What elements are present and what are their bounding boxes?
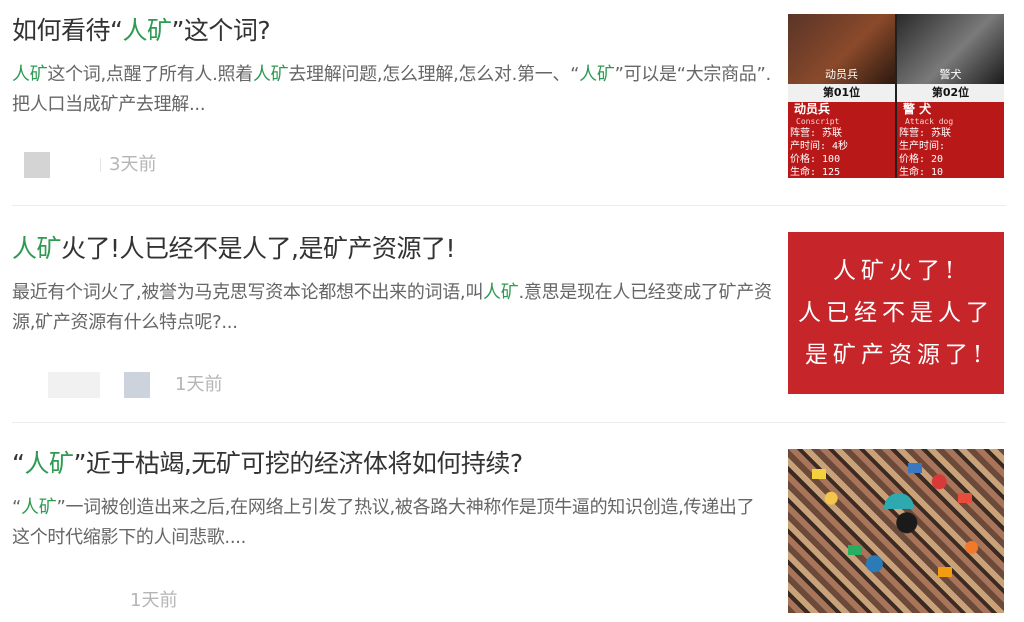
title-text: “ bbox=[12, 449, 25, 478]
article-card[interactable]: 人矿火了!人已经不是人了,是矿产资源了! 最近有个词火了,被誉为马克思写资本论都… bbox=[0, 206, 1024, 422]
flag-shape bbox=[908, 463, 922, 473]
keyword-highlight: 人矿 bbox=[21, 497, 57, 518]
unit-stat: 产时间: 4秒 bbox=[790, 141, 849, 152]
summary-text: ”一词被创造出来之后,在网络上引发了热议,被各路大神称作是顶牛逼的知识创造,传递… bbox=[12, 497, 755, 548]
keyword-highlight: 人矿 bbox=[12, 234, 62, 263]
title-text: 如何看待“ bbox=[12, 16, 123, 45]
unit-stat: 阵营: 苏联 bbox=[790, 128, 843, 139]
unit-card: 动员兵 第01位 动员兵 Conscript 阵营: 苏联 产时间: 4秒 价格… bbox=[788, 14, 895, 178]
publish-time: 1天前 bbox=[175, 374, 223, 395]
card-line: 人矿火了! bbox=[832, 258, 960, 284]
unit-rank: 第01位 bbox=[788, 84, 895, 102]
article-summary: “人矿”一词被创造出来之后,在网络上引发了热议,被各路大神称作是顶牛逼的知识创造… bbox=[12, 493, 772, 553]
author-avatar[interactable] bbox=[24, 152, 50, 178]
keyword-highlight: 人矿 bbox=[252, 64, 289, 85]
unit-stat: 生产时间: bbox=[899, 141, 946, 152]
flag-shape bbox=[958, 493, 972, 503]
unit-portrait: 动员兵 bbox=[788, 14, 895, 84]
keyword-highlight: 人矿 bbox=[24, 449, 74, 478]
flag-shape bbox=[938, 567, 952, 577]
title-text: ”近于枯竭,无矿可挖的经济体将如何持续? bbox=[73, 449, 523, 478]
keyword-highlight: 人矿 bbox=[122, 16, 172, 45]
unit-stat: 生命: 10 bbox=[899, 167, 944, 178]
keyword-highlight: 人矿 bbox=[12, 64, 48, 85]
article-card[interactable]: “人矿”近于枯竭,无矿可挖的经济体将如何持续? “人矿”一词被创造出来之后,在网… bbox=[0, 423, 1024, 622]
unit-portrait: 警犬 bbox=[897, 14, 1004, 84]
unit-english-name: Conscript bbox=[796, 117, 840, 126]
article-meta: 1天前 bbox=[48, 372, 348, 398]
portrait-label: 动员兵 bbox=[825, 68, 858, 81]
article-summary: 最近有个词火了,被誉为马克思写资本论都想不出来的词语,叫人矿.意思是现在人已经变… bbox=[12, 278, 772, 338]
unit-stat: 价格: 20 bbox=[899, 154, 944, 165]
summary-text: 这个词,点醒了所有人.照着 bbox=[47, 64, 253, 85]
flag-shape bbox=[848, 545, 862, 555]
article-thumbnail[interactable]: 人矿火了! 人已经不是人了 是矿产资源了! bbox=[788, 232, 1004, 394]
publish-time: 1天前 bbox=[130, 590, 178, 611]
unit-name: 动员兵 bbox=[794, 102, 831, 116]
summary-text: 最近有个词火了,被誉为马克思写资本论都想不出来的词语,叫 bbox=[12, 282, 484, 303]
article-card[interactable]: 如何看待“人矿”这个词? 人矿这个词,点醒了所有人.照着人矿去理解问题,怎么理解… bbox=[0, 0, 1024, 205]
unit-card: 警犬 第02位 警 犬 Attack dog 阵营: 苏联 生产时间: 价格: … bbox=[897, 14, 1004, 178]
keyword-highlight: 人矿 bbox=[483, 282, 519, 303]
portrait-label: 警犬 bbox=[939, 68, 962, 81]
unit-stat: 价格: 100 bbox=[790, 154, 841, 165]
title-text: 火了!人已经不是人了,是矿产资源了! bbox=[61, 234, 456, 263]
article-summary: 人矿这个词,点醒了所有人.照着人矿去理解问题,怎么理解,怎么对.第一、“人矿”可… bbox=[12, 60, 772, 120]
author-avatar[interactable] bbox=[48, 372, 100, 398]
card-line: 人已经不是人了 bbox=[798, 300, 994, 326]
title-text: ”这个词? bbox=[171, 16, 271, 45]
unit-name: 警 犬 bbox=[903, 102, 932, 116]
article-title[interactable]: “人矿”近于枯竭,无矿可挖的经济体将如何持续? bbox=[12, 447, 772, 481]
card-line: 是矿产资源了! bbox=[804, 342, 988, 368]
meta-divider bbox=[100, 158, 101, 172]
keyword-highlight: 人矿 bbox=[579, 64, 615, 85]
text-card-image: 人矿火了! 人已经不是人了 是矿产资源了! bbox=[788, 232, 1004, 394]
article-title[interactable]: 人矿火了!人已经不是人了,是矿产资源了! bbox=[12, 232, 772, 266]
article-thumbnail[interactable] bbox=[788, 449, 1004, 613]
crowd-photo bbox=[788, 449, 1004, 613]
unit-stat: 阵营: 苏联 bbox=[899, 128, 952, 139]
article-meta: 3天前 bbox=[24, 152, 324, 178]
summary-text: 去理解问题,怎么理解,怎么对.第一、“ bbox=[288, 64, 580, 85]
news-feed: 如何看待“人矿”这个词? 人矿这个词,点醒了所有人.照着人矿去理解问题,怎么理解… bbox=[0, 0, 1024, 622]
source-icon[interactable] bbox=[124, 372, 150, 398]
game-card-image: 动员兵 第01位 动员兵 Conscript 阵营: 苏联 产时间: 4秒 价格… bbox=[788, 14, 1004, 178]
flag-shape bbox=[812, 469, 826, 479]
article-thumbnail[interactable]: 动员兵 第01位 动员兵 Conscript 阵营: 苏联 产时间: 4秒 价格… bbox=[788, 14, 1004, 178]
unit-stat: 生命: 125 bbox=[790, 167, 841, 178]
unit-english-name: Attack dog bbox=[905, 117, 954, 126]
article-meta: 1天前 bbox=[130, 588, 330, 614]
summary-text: “ bbox=[12, 497, 22, 518]
publish-time: 3天前 bbox=[109, 154, 157, 175]
unit-rank: 第02位 bbox=[897, 84, 1004, 102]
article-title[interactable]: 如何看待“人矿”这个词? bbox=[12, 14, 772, 48]
umbrella-shape bbox=[884, 493, 914, 509]
